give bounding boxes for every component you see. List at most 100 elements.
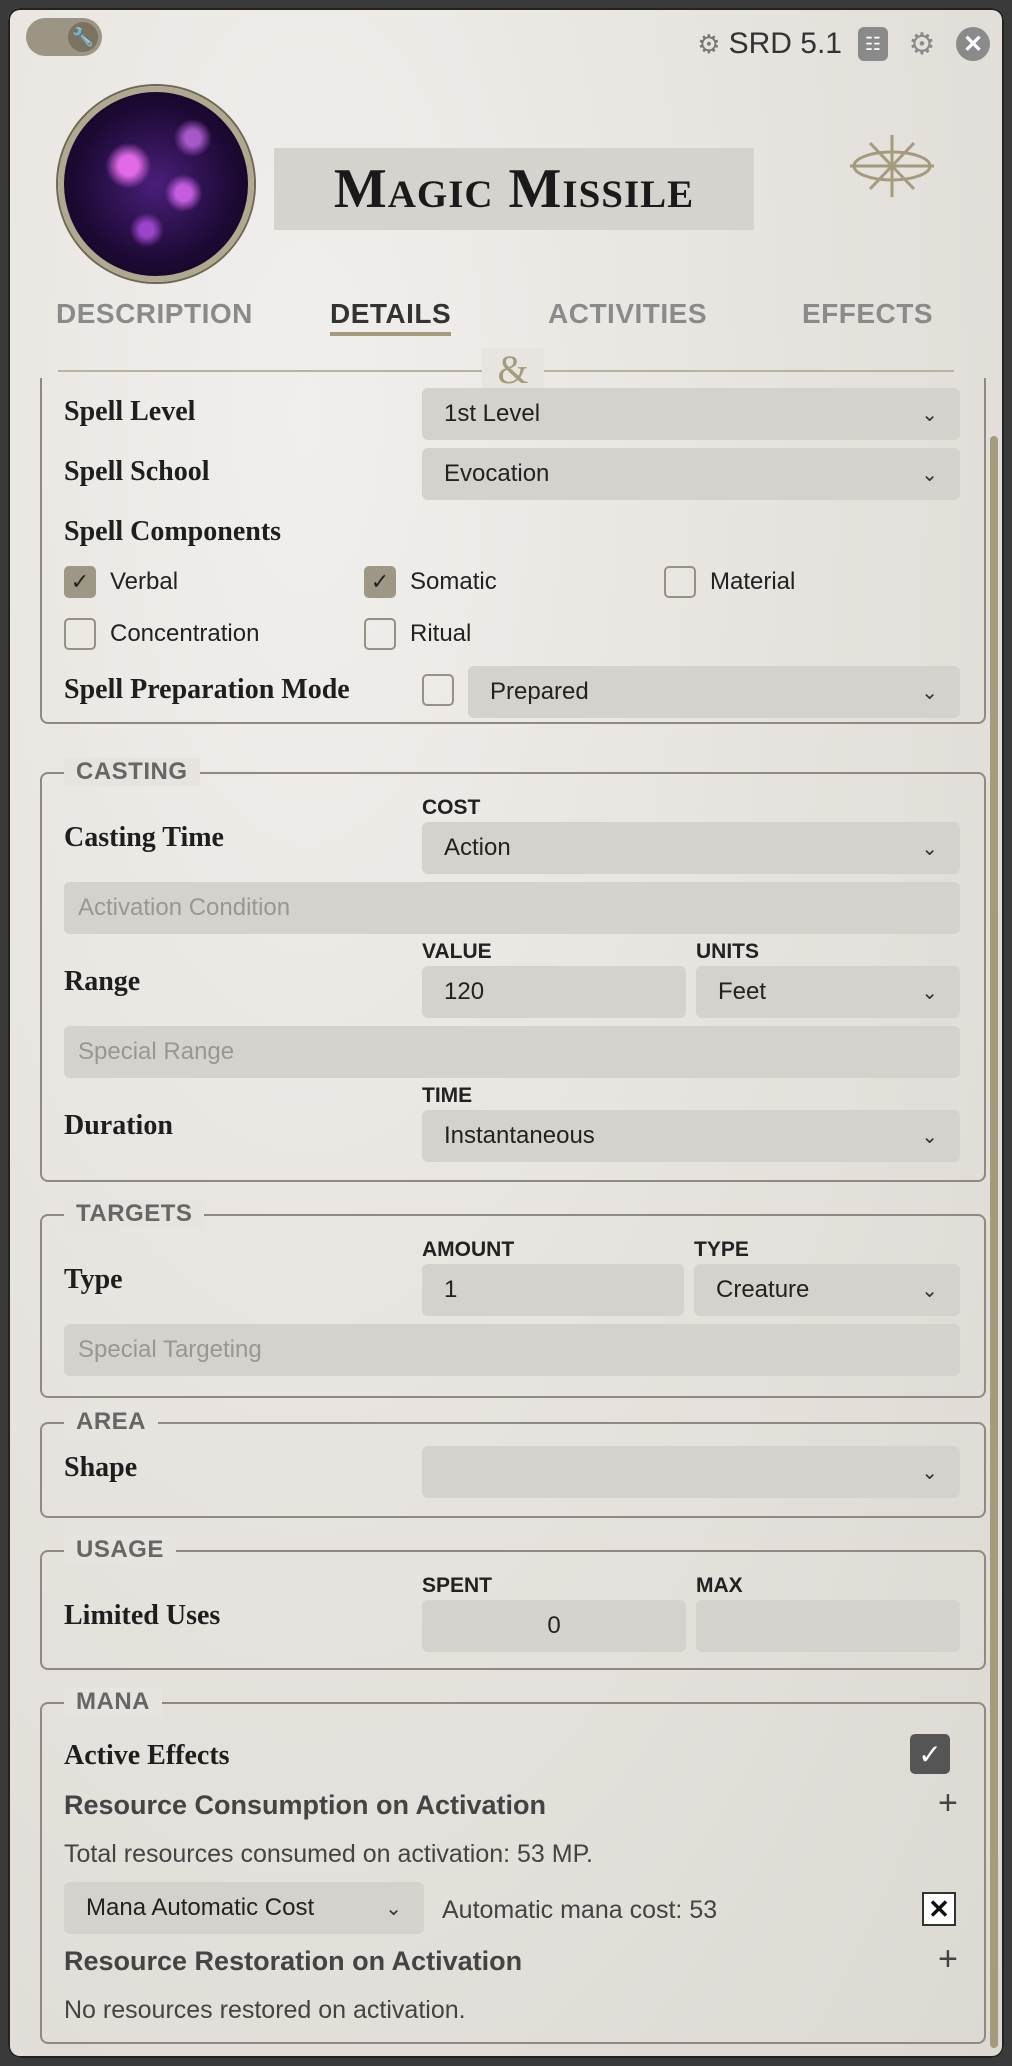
duration-select[interactable]: Instantaneous ⌄	[422, 1110, 960, 1162]
spell-school-value: Evocation	[444, 460, 550, 487]
target-amount-value: 1	[444, 1276, 458, 1303]
spell-level-label: Spell Level	[64, 396, 196, 427]
targets-legend: TARGETS	[64, 1200, 205, 1228]
remove-cost-icon[interactable]: ✕	[922, 1892, 956, 1926]
add-restoration-icon[interactable]: +	[938, 1940, 958, 1979]
component-somatic[interactable]: ✓ Somatic	[364, 566, 497, 598]
area-panel: AREA Shape ⌄	[40, 1408, 986, 1518]
component-concentration[interactable]: Concentration	[64, 618, 259, 650]
check-icon: ✓	[364, 566, 396, 598]
component-label: Verbal	[110, 568, 179, 595]
chevron-down-icon: ⌄	[921, 403, 938, 426]
spell-level-value: 1st Level	[444, 400, 541, 427]
tab-description[interactable]: DESCRIPTION	[56, 298, 253, 330]
sheet-tabs: DESCRIPTION DETAILS ACTIVITIES EFFECTS	[8, 298, 1004, 348]
spell-school-label: Spell School	[64, 456, 210, 487]
spent-label: SPENT	[422, 1574, 493, 1597]
scrollbar[interactable]	[990, 436, 998, 2048]
spell-portrait[interactable]	[58, 86, 254, 282]
emblem-icon	[844, 128, 940, 204]
chevron-down-icon: ⌄	[921, 681, 938, 704]
checkbox-empty	[422, 674, 454, 706]
component-ritual[interactable]: Ritual	[364, 618, 471, 650]
component-verbal[interactable]: ✓ Verbal	[64, 566, 178, 598]
target-type-select[interactable]: Creature ⌄	[694, 1264, 960, 1316]
title-box[interactable]: Magic Missile	[274, 148, 754, 230]
cost-select[interactable]: Action ⌄	[422, 822, 960, 874]
target-type-label: Type	[64, 1264, 123, 1295]
tab-effects[interactable]: EFFECTS	[802, 298, 933, 330]
chevron-down-icon: ⌄	[921, 1279, 938, 1302]
targets-panel: TARGETS Type AMOUNT TYPE 1 Creature ⌄ Sp…	[40, 1200, 986, 1398]
active-effects-label: Active Effects	[64, 1740, 230, 1771]
duration-value: Instantaneous	[444, 1122, 595, 1149]
chevron-down-icon: ⌄	[921, 1461, 938, 1484]
edit-mode-toggle[interactable]: 🔧	[26, 18, 102, 56]
max-input[interactable]	[696, 1600, 960, 1652]
spell-components-label: Spell Components	[64, 516, 282, 547]
casting-panel: CASTING Casting Time COST Action ⌄ Activ…	[40, 758, 986, 1182]
check-icon: ✓	[64, 566, 96, 598]
cost-label: COST	[422, 796, 481, 819]
target-type-value: Creature	[716, 1276, 810, 1303]
spell-prep-label: Spell Preparation Mode	[64, 674, 350, 705]
component-material[interactable]: Material	[664, 566, 795, 598]
time-label: TIME	[422, 1084, 473, 1107]
checkbox-empty	[364, 618, 396, 650]
duration-label: Duration	[64, 1110, 173, 1141]
special-targeting-input[interactable]: Special Targeting	[64, 1324, 960, 1376]
range-units-select[interactable]: Feet ⌄	[696, 966, 960, 1018]
casting-legend: CASTING	[64, 758, 200, 786]
mana-panel: MANA Active Effects ✓ Resource Consumpti…	[40, 1688, 986, 2044]
chevron-down-icon: ⌄	[921, 1125, 938, 1148]
chevron-down-icon: ⌄	[385, 1897, 402, 1920]
spell-prep-value: Prepared	[490, 678, 589, 705]
chevron-down-icon: ⌄	[921, 463, 938, 486]
checkbox-empty	[64, 618, 96, 650]
usage-legend: USAGE	[64, 1536, 176, 1564]
special-range-input[interactable]: Special Range	[64, 1026, 960, 1078]
special-targeting-placeholder: Special Targeting	[78, 1336, 262, 1363]
spell-level-select[interactable]: 1st Level ⌄	[422, 388, 960, 440]
spell-prep-select[interactable]: Prepared ⌄	[468, 666, 960, 718]
gear-icon: ⚙	[697, 28, 721, 59]
activation-condition-input[interactable]: Activation Condition	[64, 882, 960, 934]
shape-select[interactable]: ⌄	[422, 1446, 960, 1498]
spell-panel: Spell Level 1st Level ⌄ Spell School Evo…	[40, 378, 986, 724]
mana-cost-select[interactable]: Mana Automatic Cost ⌄	[64, 1882, 424, 1934]
type-sub-label: TYPE	[694, 1238, 749, 1261]
range-value-input[interactable]: 120	[422, 966, 686, 1018]
value-label: VALUE	[422, 940, 492, 963]
prep-checkbox[interactable]	[422, 674, 454, 706]
limited-uses-label: Limited Uses	[64, 1600, 221, 1631]
spent-value: 0	[547, 1612, 561, 1639]
component-label: Material	[710, 568, 796, 595]
cost-value: Action	[444, 834, 511, 861]
system-label: SRD 5.1	[728, 27, 842, 60]
system-badge[interactable]: ⚙ SRD 5.1	[697, 27, 842, 61]
target-amount-input[interactable]: 1	[422, 1264, 684, 1316]
component-label: Ritual	[410, 620, 472, 647]
chevron-down-icon: ⌄	[921, 837, 938, 860]
area-legend: AREA	[64, 1408, 159, 1436]
spent-input[interactable]: 0	[422, 1600, 686, 1652]
special-range-placeholder: Special Range	[78, 1038, 235, 1065]
wrench-icon: 🔧	[68, 22, 98, 52]
settings-icon[interactable]: ⚙	[904, 26, 940, 62]
tab-activities[interactable]: ACTIVITIES	[548, 298, 707, 330]
journal-icon[interactable]: ☷	[858, 27, 888, 61]
item-sheet-window: 🔧 ⚙ SRD 5.1 ☷ ⚙ ✕ Magic Missile DESCRIPT…	[8, 8, 1004, 2058]
add-consumption-icon[interactable]: +	[938, 1784, 958, 1823]
close-icon[interactable]: ✕	[956, 27, 990, 61]
casting-time-label: Casting Time	[64, 822, 224, 853]
spell-school-select[interactable]: Evocation ⌄	[422, 448, 960, 500]
checkbox-empty	[664, 566, 696, 598]
activation-placeholder: Activation Condition	[78, 894, 291, 921]
active-effects-checkbox[interactable]: ✓	[910, 1734, 950, 1774]
mana-cost-text: Automatic mana cost: 53	[442, 1896, 718, 1924]
range-value: 120	[444, 978, 485, 1005]
tab-details[interactable]: DETAILS	[330, 298, 452, 336]
usage-panel: USAGE Limited Uses SPENT MAX 0	[40, 1536, 986, 1670]
restoration-title: Resource Restoration on Activation	[64, 1946, 523, 1976]
component-label: Somatic	[410, 568, 497, 595]
